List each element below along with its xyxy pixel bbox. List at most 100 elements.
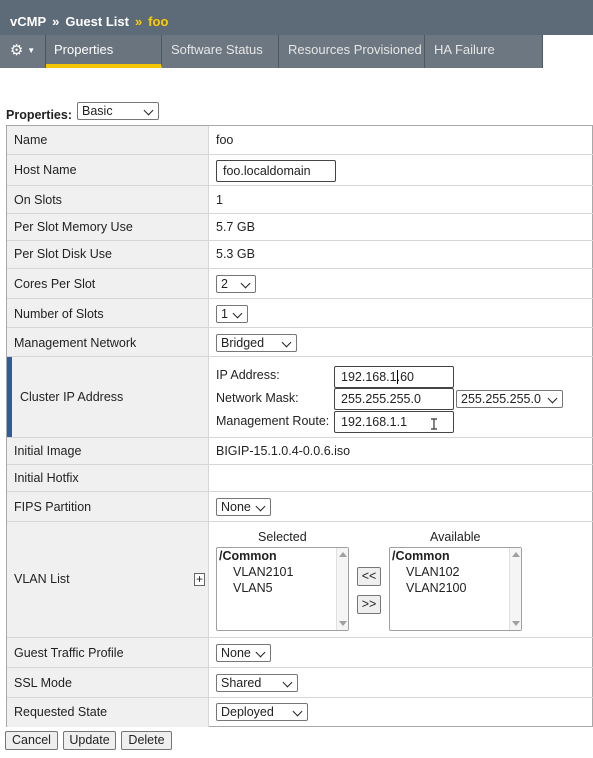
properties-view-select[interactable]: Basic: [77, 102, 159, 120]
tab-software-status[interactable]: Software Status: [163, 35, 279, 68]
network-mask-input[interactable]: 255.255.255.0: [334, 388, 454, 410]
row-cluster-ip-address: Cluster IP Address IP Address: 192.168.1…: [7, 357, 593, 438]
chevron-down-icon: [548, 394, 558, 404]
scrollbar[interactable]: [509, 548, 521, 630]
chevron-down-icon: [256, 502, 266, 512]
list-item[interactable]: /Common: [392, 549, 450, 563]
requested-state-label: Requested State: [14, 705, 108, 719]
requested-state-value: Deployed: [221, 705, 274, 719]
vlan-available-header: Available: [430, 530, 481, 544]
chevron-down-icon: [241, 279, 251, 289]
name-value: foo: [216, 133, 234, 147]
add-vlan-button[interactable]: +: [194, 573, 205, 586]
network-mask-label: Network Mask:: [216, 391, 299, 405]
tab-properties[interactable]: Properties: [46, 35, 162, 68]
breadcrumb-vcmp[interactable]: vCMP: [10, 14, 46, 29]
initial-image-value: BIGIP-15.1.0.4-0.0.6.iso: [216, 444, 351, 458]
guest-traffic-profile-label: Guest Traffic Profile: [14, 646, 124, 660]
row-requested-state: Requested State Deployed: [7, 698, 593, 727]
move-left-button[interactable]: <<: [357, 567, 381, 586]
cores-per-slot-select[interactable]: 2: [216, 275, 256, 293]
name-label: Name: [14, 133, 48, 147]
fips-partition-label: FIPS Partition: [14, 500, 92, 514]
vlan-selected-header: Selected: [258, 530, 307, 544]
chevron-down-icon: [233, 309, 243, 319]
row-on-slots: On Slots 1: [7, 186, 593, 214]
tab-resources-provisioned[interactable]: Resources Provisioned: [280, 35, 425, 68]
chevron-down-icon: ▼: [27, 46, 36, 56]
scroll-down-icon[interactable]: [512, 621, 520, 626]
cancel-button[interactable]: Cancel: [5, 731, 58, 750]
ssl-mode-value: Shared: [221, 676, 262, 690]
per-slot-disk-value: 5.3 GB: [216, 247, 255, 261]
scroll-up-icon[interactable]: [339, 552, 347, 557]
row-guest-traffic-profile: Guest Traffic Profile None: [7, 638, 593, 668]
number-of-slots-label: Number of Slots: [14, 307, 104, 321]
row-host-name: Host Name foo.localdomain: [7, 155, 593, 186]
gear-icon: ⚙: [9, 42, 24, 59]
ip-address-label: IP Address:: [216, 368, 280, 382]
fips-partition-select[interactable]: None: [216, 498, 271, 516]
list-item[interactable]: VLAN102: [406, 565, 460, 579]
management-network-label: Management Network: [14, 336, 137, 350]
delete-button[interactable]: Delete: [121, 731, 172, 750]
host-name-input[interactable]: foo.localdomain: [216, 160, 336, 182]
host-name-label: Host Name: [14, 163, 77, 177]
scroll-down-icon[interactable]: [339, 621, 347, 626]
ssl-mode-select[interactable]: Shared: [216, 674, 298, 692]
row-per-slot-memory: Per Slot Memory Use 5.7 GB: [7, 214, 593, 241]
row-per-slot-disk: Per Slot Disk Use 5.3 GB: [7, 241, 593, 269]
chevron-down-icon: [256, 648, 266, 658]
breadcrumb-current: foo: [148, 14, 169, 29]
network-mask-select[interactable]: 255.255.255.0: [456, 390, 563, 408]
management-network-value: Bridged: [221, 336, 265, 350]
chevron-down-icon: [293, 707, 303, 717]
per-slot-disk-label: Per Slot Disk Use: [14, 247, 112, 261]
network-mask-select-value: 255.255.255.0: [461, 392, 541, 406]
chevron-down-icon: [282, 338, 292, 348]
cores-per-slot-label: Cores Per Slot: [14, 277, 96, 291]
gear-menu-button[interactable]: ⚙ ▼: [0, 35, 46, 68]
scroll-up-icon[interactable]: [512, 552, 520, 557]
chevron-down-icon: [144, 106, 154, 116]
on-slots-label: On Slots: [14, 193, 62, 207]
move-right-button[interactable]: >>: [357, 595, 381, 614]
breadcrumb: vCMP » Guest List » foo: [0, 0, 593, 35]
guest-traffic-profile-select[interactable]: None: [216, 644, 271, 662]
breadcrumb-separator: »: [52, 14, 60, 29]
text-cursor-icon: [431, 418, 437, 430]
ip-address-input[interactable]: 192.168.1.60: [334, 366, 454, 388]
fips-partition-value: None: [221, 500, 251, 514]
cores-per-slot-value: 2: [221, 277, 228, 291]
text-caret: [397, 370, 398, 384]
scrollbar[interactable]: [336, 548, 348, 630]
list-item[interactable]: VLAN5: [233, 581, 273, 595]
row-management-network: Management Network Bridged: [7, 328, 593, 357]
breadcrumb-separator: »: [134, 14, 143, 29]
per-slot-memory-label: Per Slot Memory Use: [14, 220, 133, 234]
vlan-selected-listbox[interactable]: /Common VLAN2101 VLAN5: [216, 547, 349, 631]
guest-traffic-profile-value: None: [221, 646, 251, 660]
management-network-select[interactable]: Bridged: [216, 334, 297, 352]
ssl-mode-label: SSL Mode: [14, 676, 72, 690]
requested-state-select[interactable]: Deployed: [216, 703, 308, 721]
breadcrumb-guest-list[interactable]: Guest List: [65, 14, 129, 29]
list-item[interactable]: /Common: [219, 549, 277, 563]
vlan-list-label: VLAN List: [14, 572, 70, 586]
vlan-available-listbox[interactable]: /Common VLAN102 VLAN2100: [389, 547, 522, 631]
tab-ha-failure[interactable]: HA Failure: [426, 35, 543, 68]
cluster-ip-label: Cluster IP Address: [20, 390, 124, 404]
row-cores-per-slot: Cores Per Slot 2: [7, 269, 593, 299]
row-initial-hotfix: Initial Hotfix: [7, 465, 593, 492]
list-item[interactable]: VLAN2100: [406, 581, 466, 595]
list-item[interactable]: VLAN2101: [233, 565, 293, 579]
properties-table: Name foo Host Name foo.localdomain On Sl…: [6, 125, 593, 727]
number-of-slots-select[interactable]: 1: [216, 305, 248, 323]
on-slots-value: 1: [216, 193, 223, 207]
management-route-label: Management Route:: [216, 414, 330, 428]
properties-view-value: Basic: [82, 104, 113, 118]
update-button[interactable]: Update: [63, 731, 116, 750]
row-fips-partition: FIPS Partition None: [7, 492, 593, 522]
row-initial-image: Initial Image BIGIP-15.1.0.4-0.0.6.iso: [7, 438, 593, 465]
tab-bar: ⚙ ▼ Properties Software Status Resources …: [0, 35, 593, 68]
